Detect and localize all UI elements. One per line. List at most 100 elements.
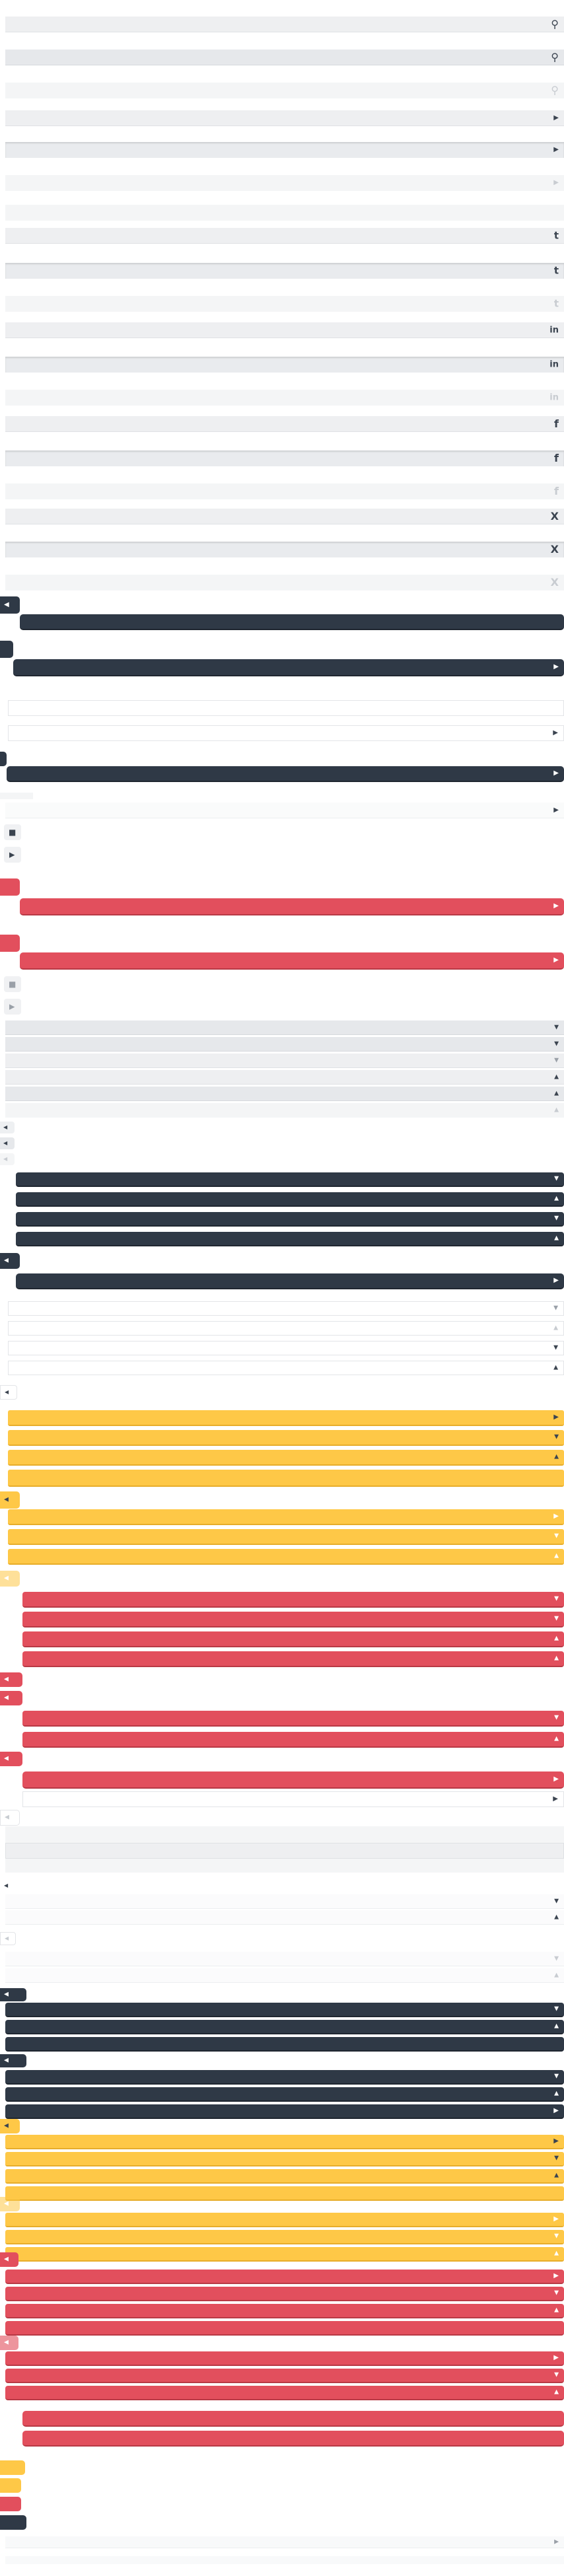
red-bar-1[interactable]: ▶ — [20, 898, 564, 915]
yellow-back-button-2[interactable]: ◀ — [0, 1571, 20, 1587]
dark-back-button-2[interactable]: ◀ — [0, 1988, 26, 2001]
red-dropdown-3[interactable]: ▲ — [22, 1631, 564, 1647]
light-input-1[interactable] — [8, 700, 564, 716]
dark-bar-4[interactable]: ▶ — [16, 1273, 564, 1289]
yellow-bar-1[interactable]: ▶ — [8, 1410, 564, 1426]
dark-tab-small[interactable] — [0, 752, 7, 766]
play-bar-1[interactable]: ▶ — [5, 110, 564, 126]
twitter-bar-2[interactable]: t — [5, 263, 564, 279]
dark-bar-2[interactable]: ▶ — [13, 659, 564, 676]
chevron-down-icon[interactable]: ▼ — [554, 1533, 559, 1540]
yellow-back-button[interactable]: ◀ — [0, 1491, 20, 1509]
back-button-7[interactable]: ◀ — [0, 1932, 16, 1945]
play-icon[interactable]: ▶ — [553, 2273, 559, 2279]
chevron-down-icon[interactable]: ▼ — [554, 1057, 559, 1063]
chevron-down-icon[interactable]: ▼ — [554, 2155, 559, 2162]
chevron-down-icon[interactable]: ▼ — [554, 1041, 559, 1047]
yellow-bar-13[interactable]: ▼ — [5, 2230, 564, 2244]
back-button-6[interactable]: ◀ — [0, 1879, 16, 1892]
red-back-button-4[interactable]: ◀ — [0, 2252, 18, 2267]
twitter-bar-3[interactable]: t — [5, 296, 564, 312]
yellow-back-button-3[interactable]: ◀ — [0, 2119, 20, 2133]
yellow-bar-9[interactable]: ▼ — [5, 2152, 564, 2166]
play-icon[interactable]: ▶ — [553, 1796, 558, 1803]
chevron-up-icon[interactable]: ▲ — [554, 1553, 559, 1559]
yellow-bar-14[interactable]: ▲ — [5, 2247, 564, 2262]
chevron-down-icon[interactable]: ▼ — [554, 1176, 559, 1182]
plain-dropdown-2[interactable]: ▲ — [5, 1910, 564, 1925]
red-back-button-5[interactable]: ◀ — [0, 2336, 18, 2350]
chevron-up-icon[interactable]: ▲ — [554, 1074, 559, 1080]
red-bar-6[interactable] — [22, 2431, 564, 2447]
chevron-down-icon[interactable]: ▼ — [553, 1345, 558, 1351]
facebook-icon[interactable]: f — [554, 418, 559, 429]
dark-tab[interactable] — [0, 641, 13, 658]
xing-bar-3[interactable]: X — [5, 575, 564, 590]
play-bar-2[interactable]: ▶ — [5, 142, 564, 158]
linkedin-icon[interactable]: in — [549, 326, 559, 334]
chevron-up-icon[interactable]: ▲ — [554, 1972, 559, 1978]
chevron-down-icon[interactable]: ▼ — [554, 1215, 559, 1222]
chevron-down-icon[interactable]: ▼ — [554, 2233, 559, 2240]
dark-swatch-button[interactable] — [0, 2515, 26, 2530]
yellow-bar-4[interactable] — [8, 1470, 564, 1487]
yellow-bar-12[interactable]: ▶ — [5, 2213, 564, 2227]
gray-panel-input[interactable] — [5, 1843, 564, 1859]
plain-dropdown-3[interactable]: ▼ — [5, 1952, 564, 1966]
yellow-swatch-button-2[interactable] — [0, 2478, 21, 2493]
light-input-4[interactable]: ▶ — [22, 1791, 564, 1807]
outline-dropdown-3[interactable]: ▼ — [8, 1341, 564, 1355]
dropdown-4[interactable]: ▲ — [5, 1070, 564, 1085]
twitter-icon[interactable]: t — [554, 266, 559, 276]
dropdown-2[interactable]: ▼ — [5, 1037, 564, 1052]
yellow-bar-10[interactable]: ▲ — [5, 2169, 564, 2184]
facebook-bar-2[interactable]: f — [5, 450, 564, 466]
plain-dropdown-1[interactable]: ▼ — [5, 1894, 564, 1909]
chevron-up-icon[interactable]: ▲ — [553, 1325, 558, 1332]
xing-icon[interactable]: X — [551, 511, 559, 522]
chevron-down-icon[interactable]: ▼ — [554, 2006, 559, 2013]
chevron-up-icon[interactable]: ▲ — [554, 1914, 559, 1920]
play-icon[interactable]: ▶ — [553, 2138, 559, 2145]
play-button[interactable]: ▶ — [4, 847, 21, 863]
red-dropdown-11[interactable]: ▼ — [5, 2369, 564, 2383]
chevron-down-icon[interactable]: ▼ — [554, 1596, 559, 1602]
play-icon[interactable]: ▶ — [553, 2355, 559, 2361]
stop-button-2[interactable]: ■ — [4, 976, 21, 992]
dark-bar-1[interactable] — [20, 614, 564, 630]
chevron-down-icon[interactable]: ▼ — [554, 1616, 559, 1622]
chevron-up-icon[interactable]: ▲ — [554, 2250, 559, 2257]
yellow-bar-6[interactable]: ▼ — [8, 1529, 564, 1545]
play-icon[interactable]: ▶ — [553, 770, 559, 777]
dark-bar-5[interactable] — [5, 2037, 564, 2052]
play-icon[interactable]: ▶ — [553, 806, 559, 814]
chevron-up-icon[interactable]: ▲ — [553, 1365, 558, 1371]
red-dropdown-4[interactable]: ▲ — [22, 1651, 564, 1667]
back-button-3[interactable]: ◀ — [0, 1153, 15, 1165]
chevron-up-icon[interactable]: ▲ — [554, 1235, 559, 1242]
dark-dropdown-2[interactable]: ▲ — [16, 1192, 564, 1207]
linkedin-bar-2[interactable]: in — [5, 357, 564, 373]
outline-dropdown-4[interactable]: ▲ — [8, 1361, 564, 1375]
footer-row-1[interactable]: ▶ — [5, 2536, 564, 2548]
xing-icon[interactable]: X — [551, 577, 559, 588]
play-icon[interactable]: ▶ — [553, 114, 559, 122]
search-icon[interactable]: ⚲ — [551, 18, 559, 30]
play-icon[interactable]: ▶ — [554, 2539, 559, 2545]
red-dropdown-5[interactable]: ▼ — [22, 1711, 564, 1727]
play-icon[interactable]: ▶ — [553, 1277, 559, 1284]
chevron-up-icon[interactable]: ▲ — [554, 1655, 559, 1662]
twitter-icon[interactable]: t — [554, 231, 559, 240]
linkedin-icon[interactable]: in — [549, 394, 559, 402]
dropdown-3[interactable]: ▼ — [5, 1054, 564, 1068]
red-bar-4[interactable] — [5, 2321, 564, 2336]
dropdown-6[interactable]: ▲ — [5, 1103, 564, 1118]
red-tab-1[interactable] — [0, 878, 20, 896]
red-back-button-2[interactable]: ◀ — [0, 1691, 22, 1705]
red-dropdown-2[interactable]: ▼ — [22, 1612, 564, 1628]
play-icon[interactable]: ▶ — [553, 180, 559, 186]
search-bar-2[interactable]: ⚲ — [5, 50, 564, 65]
xing-icon[interactable]: X — [551, 544, 559, 555]
dark-dropdown-3[interactable]: ▼ — [16, 1212, 564, 1227]
light-input-3[interactable]: ▶ — [5, 803, 564, 818]
